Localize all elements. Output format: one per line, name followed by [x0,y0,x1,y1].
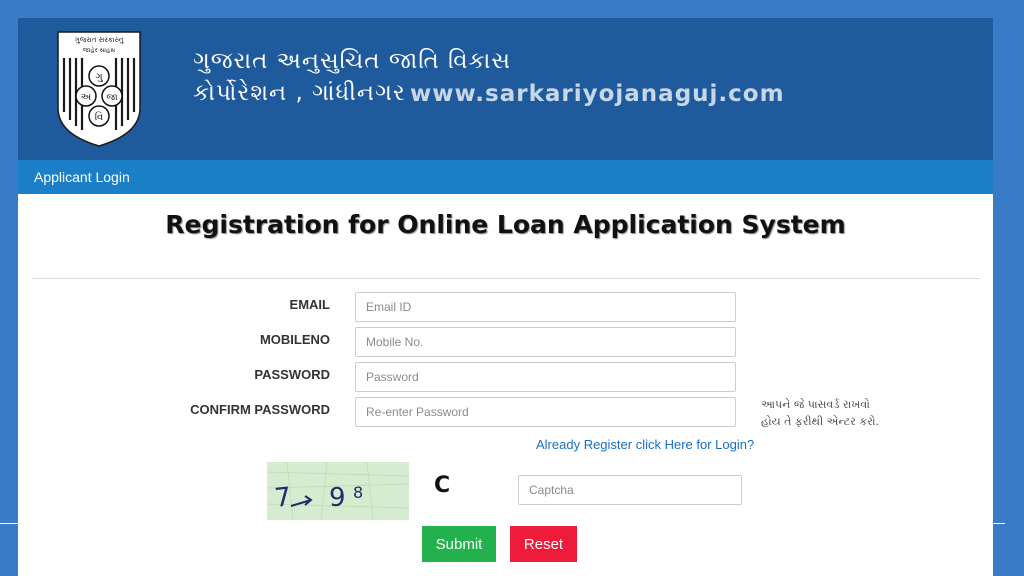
logo-letter: જા [106,93,117,103]
captcha-char: 9 [329,483,346,513]
submit-button[interactable]: Submit [422,526,496,562]
logo-top-text: ગુજરાત સરકારનુ [75,36,124,44]
org-name-line2: કોર્પોરેશન , ગાંધીનગર [193,80,406,106]
navbar: Applicant Login [18,160,993,194]
password-hint: આપને જે પાસવર્ડ રાખવો હોય તે ફરીથી એન્ટર… [761,396,921,430]
logo-sub-text: જાહેર સાહસ [83,46,115,54]
login-link[interactable]: Already Register click Here for Login? [536,437,754,452]
captcha-image: 7 9 8 [267,462,409,520]
confirm-password-label: CONFIRM PASSWORD [190,402,330,417]
logo-letter: વિ [95,111,104,123]
refresh-icon[interactable]: C [434,473,450,498]
emblem-shield-icon: ગુજરાત સરકારનુ જાહેર સાહસ ગુ અ જા વિ [57,31,141,147]
password-hint-line1: આપને જે પાસવર્ડ રાખવો [761,398,870,411]
email-input[interactable] [355,292,736,322]
captcha-input[interactable] [518,475,742,505]
logo-letter: અ [81,92,92,103]
captcha-char: 7 [273,482,293,514]
mobile-label: MOBILENO [259,332,330,347]
captcha-char: 8 [353,483,363,502]
right-edge-line [993,523,1005,524]
page-title: Registration for Online Loan Application… [165,210,846,239]
org-name-line1: ગુજરાત અનુસુચિત જાતિ વિકાસ [193,48,512,74]
password-hint-line2: હોય તે ફરીથી એન્ટર કરો. [761,415,880,428]
confirm-password-input[interactable] [355,397,736,427]
reset-button[interactable]: Reset [510,526,577,562]
watermark-text: www.sarkariyojanaguj.com [410,81,785,107]
left-edge-line [0,523,18,524]
password-input[interactable] [355,362,736,392]
divider [32,278,980,279]
password-label: PASSWORD [254,367,330,382]
email-label: EMAIL [289,297,330,312]
page-frame: ગુજરાત સરકારનુ જાહેર સાહસ ગુ અ જા વિ ગુજ… [18,18,993,576]
header-banner: ગુજરાત સરકારનુ જાહેર સાહસ ગુ અ જા વિ ગુજ… [18,18,993,160]
nav-applicant-login[interactable]: Applicant Login [34,169,130,185]
mobile-input[interactable] [355,327,736,357]
logo-letter: ગુ [95,72,103,83]
